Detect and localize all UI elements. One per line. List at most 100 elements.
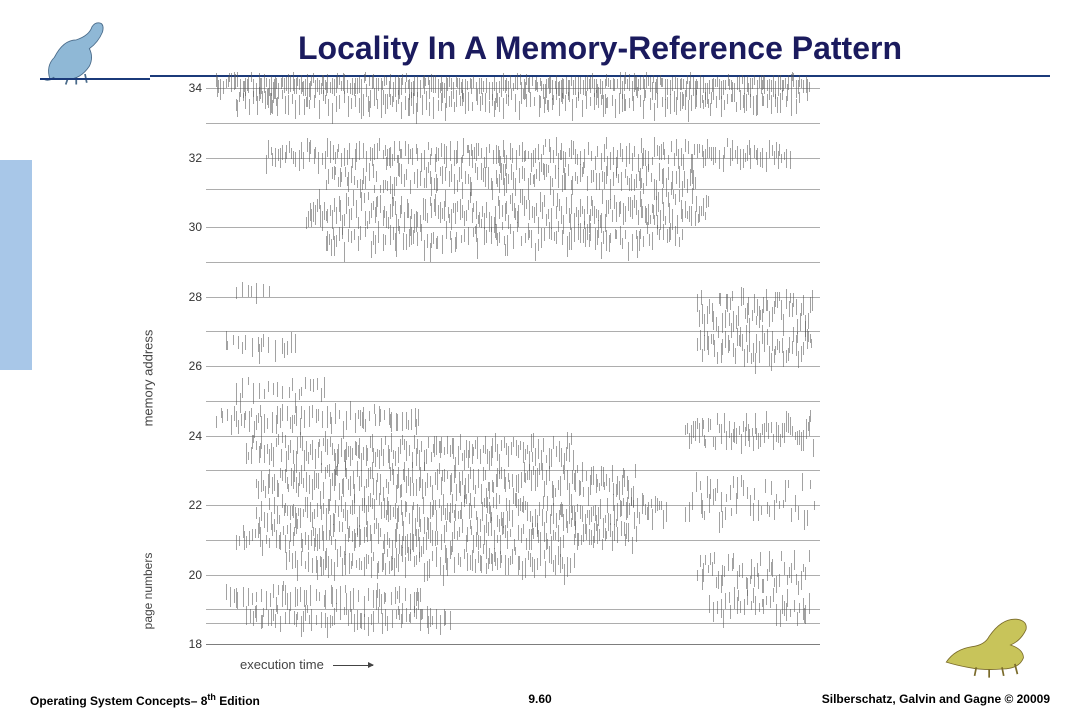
slide-title: Locality In A Memory-Reference Pattern: [150, 30, 1050, 75]
reference-tick: [521, 236, 522, 246]
reference-tick: [488, 167, 489, 189]
reference-tick: [689, 433, 690, 449]
reference-tick: [425, 78, 426, 87]
reference-tick: [380, 195, 381, 213]
y-tick: 22: [178, 498, 202, 512]
reference-tick: [378, 523, 379, 544]
reference-tick: [786, 96, 787, 106]
reference-tick: [676, 171, 677, 184]
reference-tick: [603, 231, 604, 243]
reference-tick: [352, 78, 353, 94]
reference-tick: [319, 528, 320, 549]
reference-tick: [685, 201, 686, 218]
reference-tick: [717, 413, 718, 426]
reference-tick: [313, 73, 314, 83]
reference-tick: [394, 558, 395, 576]
reference-tick: [697, 418, 698, 430]
reference-tick: [805, 567, 806, 580]
reference-tick: [610, 199, 611, 208]
reference-tick: [350, 476, 351, 496]
reference-tick: [597, 479, 598, 487]
reference-tick: [657, 93, 658, 108]
reference-tick: [731, 323, 732, 338]
reference-tick: [799, 430, 800, 445]
reference-tick: [273, 447, 274, 467]
reference-tick: [323, 503, 324, 515]
reference-tick: [385, 563, 386, 576]
reference-tick: [789, 301, 790, 317]
reference-tick: [358, 236, 359, 251]
reference-tick: [416, 555, 417, 566]
reference-tick: [535, 243, 536, 260]
reference-tick: [683, 154, 684, 171]
reference-tick: [700, 330, 701, 350]
reference-tick: [314, 471, 315, 490]
reference-tick: [272, 412, 273, 433]
reference-tick: [733, 476, 734, 488]
reference-tick: [464, 549, 465, 559]
reference-tick: [562, 93, 563, 104]
reference-tick: [356, 560, 357, 569]
reference-tick: [786, 149, 787, 168]
reference-tick: [551, 536, 552, 554]
reference-tick: [297, 612, 298, 621]
reference-tick: [489, 451, 490, 470]
reference-tick: [437, 178, 438, 192]
reference-tick: [426, 532, 427, 550]
reference-tick: [790, 609, 791, 617]
reference-tick: [368, 468, 369, 487]
reference-tick: [499, 495, 500, 504]
gridline: [206, 366, 820, 367]
reference-tick: [470, 555, 471, 570]
reference-tick: [272, 524, 273, 536]
reference-tick: [335, 539, 336, 550]
plot-area: 343230282624222018: [206, 88, 820, 645]
reference-tick: [451, 546, 452, 555]
reference-tick: [472, 550, 473, 571]
reference-tick: [515, 94, 516, 112]
reference-tick: [446, 521, 447, 533]
reference-tick: [274, 519, 275, 532]
reference-tick: [521, 528, 522, 543]
reference-tick: [440, 202, 441, 223]
reference-tick: [742, 75, 743, 84]
reference-tick: [388, 482, 389, 495]
reference-tick: [384, 75, 385, 86]
reference-tick: [365, 176, 366, 190]
reference-tick: [606, 200, 607, 218]
reference-tick: [335, 500, 336, 513]
reference-tick: [578, 533, 579, 546]
footer-left: Operating System Concepts– 8th Edition: [30, 692, 260, 708]
reference-tick: [793, 293, 794, 307]
reference-tick: [356, 143, 357, 162]
reference-tick: [275, 148, 276, 167]
reference-tick: [606, 474, 607, 485]
reference-tick: [722, 339, 723, 355]
reference-tick: [779, 292, 780, 301]
reference-tick: [553, 436, 554, 450]
reference-tick: [422, 95, 423, 115]
reference-tick: [707, 476, 708, 498]
reference-tick: [572, 470, 573, 484]
reference-tick: [271, 443, 272, 461]
reference-tick: [595, 156, 596, 170]
reference-tick: [639, 512, 640, 524]
reference-tick: [460, 434, 461, 449]
reference-tick: [344, 214, 345, 226]
reference-tick: [542, 509, 543, 525]
reference-tick: [780, 93, 781, 113]
reference-tick: [364, 527, 365, 543]
reference-tick: [751, 559, 752, 579]
reference-tick: [503, 526, 504, 534]
reference-tick: [631, 174, 632, 191]
reference-tick: [564, 471, 565, 481]
reference-tick: [652, 82, 653, 100]
reference-tick: [259, 87, 260, 101]
reference-tick: [509, 500, 510, 521]
reference-tick: [390, 74, 391, 89]
reference-tick: [729, 340, 730, 351]
reference-tick: [471, 505, 472, 517]
reference-tick: [316, 589, 317, 601]
reference-tick: [721, 599, 722, 618]
reference-tick: [650, 98, 651, 111]
